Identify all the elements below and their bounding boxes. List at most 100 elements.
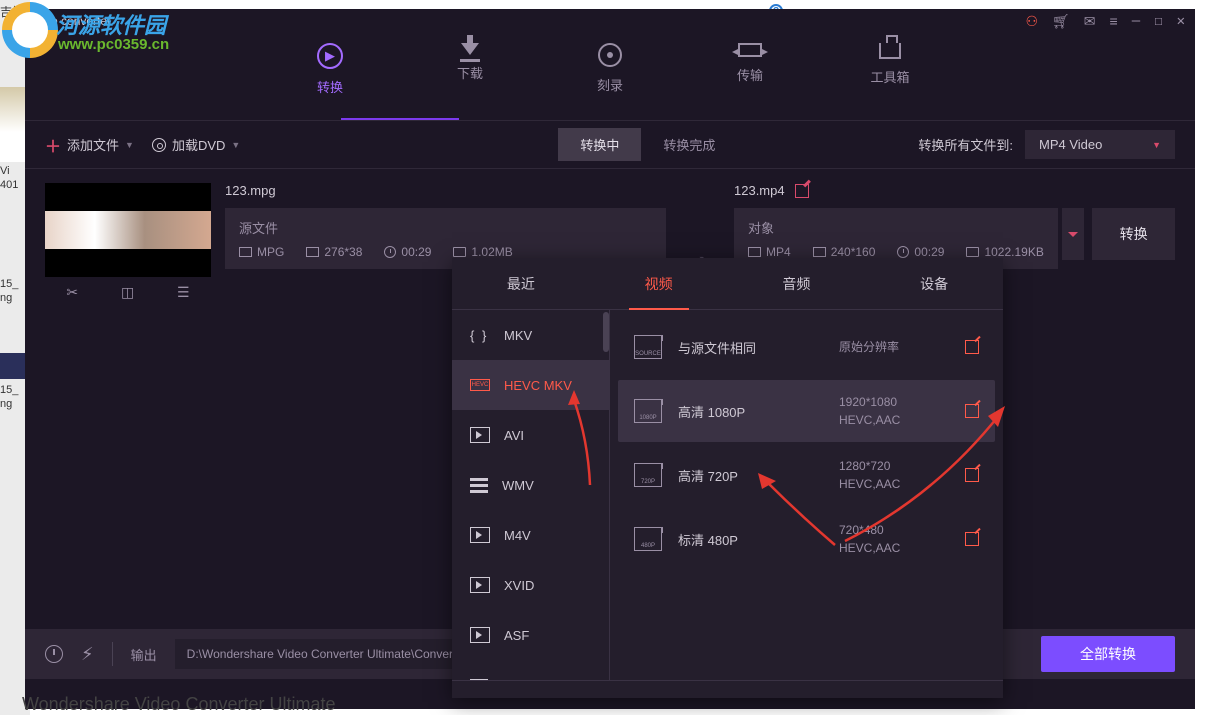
source-label: 源文件	[239, 218, 652, 237]
minimize-button[interactable]: —	[1132, 13, 1140, 29]
fmt-label: M4V	[504, 528, 531, 543]
format-icon	[748, 247, 761, 257]
nav-transfer[interactable]: 传输	[720, 43, 780, 121]
toolbar: ＋ 添加文件 ▼ 加载DVD ▼ 转换中 转换完成 转换所有文件到: MP4 V…	[25, 121, 1195, 169]
status-tabs: 转换中 转换完成	[558, 128, 737, 161]
tab-done[interactable]: 转换完成	[641, 128, 737, 161]
gift-icon[interactable]: ⚇	[1025, 13, 1038, 30]
clock-icon	[384, 246, 396, 258]
res-480p[interactable]: 480P 标清 480P 720*480HEVC,AAC	[618, 508, 995, 570]
nav-download-label: 下载	[457, 63, 483, 82]
schedule-icon[interactable]	[45, 645, 63, 663]
target-meta: MP4 240*160 00:29 1022.19KB	[748, 245, 1044, 259]
add-file-button[interactable]: ＋ 添加文件 ▼	[45, 133, 134, 157]
res-icon: SOURCE	[634, 335, 662, 359]
fmt-label: ASF	[504, 628, 529, 643]
gpu-icon[interactable]: ⚡︎	[81, 644, 94, 665]
dv-icon	[470, 679, 488, 680]
format-xvid[interactable]: XVID	[452, 560, 609, 610]
target-filename: 123.mp4	[734, 183, 785, 198]
tab-audio[interactable]: 音频	[728, 258, 866, 309]
bg-txt-2: 15_ng	[0, 277, 18, 306]
app-title: ideo converter	[35, 14, 111, 28]
edit-icon[interactable]	[965, 340, 979, 354]
toolbox-icon	[879, 43, 901, 59]
download-icon	[461, 43, 479, 55]
format-list[interactable]: MKV HEVCHEVC MKV AVI WMV M4V XVID ASF DV	[452, 310, 610, 680]
nav-burn-label: 刻录	[597, 75, 623, 94]
nav-download[interactable]: 下载	[440, 43, 500, 121]
format-select[interactable]: MP4 Video ▼	[1025, 130, 1175, 159]
res-name: 高清 720P	[678, 466, 823, 485]
format-asf[interactable]: ASF	[452, 610, 609, 660]
res-resolution: 1280*720	[839, 457, 949, 475]
convert-all-button[interactable]: 全部转换	[1041, 636, 1175, 672]
src-size: 1.02MB	[471, 245, 512, 259]
format-m4v[interactable]: M4V	[452, 510, 609, 560]
tab-converting[interactable]: 转换中	[558, 128, 641, 161]
bg-text: 吉塔	[0, 3, 24, 20]
close-button[interactable]: ✕	[1177, 13, 1185, 29]
target-head: 123.mp4	[734, 183, 1175, 198]
transfer-icon	[738, 43, 762, 57]
format-dv[interactable]: DV	[452, 660, 609, 680]
edit-icon[interactable]	[965, 468, 979, 482]
wmv-icon	[470, 478, 488, 492]
source-filename: 123.mpg	[225, 183, 666, 198]
chevron-down-icon: ▼	[1152, 140, 1161, 150]
folder-icon	[966, 247, 979, 257]
bg-txt-1: Vi401	[0, 164, 18, 193]
cart-icon[interactable]: 🛒︎	[1052, 13, 1070, 30]
res-codec: HEVC,AAC	[839, 411, 949, 429]
avi-icon	[470, 427, 490, 443]
dropdown-footer	[452, 680, 1003, 698]
maximize-button[interactable]: ☐	[1154, 13, 1162, 29]
convert-all-to-label: 转换所有文件到:	[918, 135, 1013, 154]
clock-icon	[897, 246, 909, 258]
add-file-label: 添加文件	[67, 135, 119, 154]
tab-recent[interactable]: 最近	[452, 258, 590, 309]
scrollbar[interactable]	[603, 312, 609, 352]
format-mkv[interactable]: MKV	[452, 310, 609, 360]
format-hevc-mkv[interactable]: HEVCHEVC MKV	[452, 360, 609, 410]
res-same-as-source[interactable]: SOURCE 与源文件相同 原始分辨率	[618, 316, 995, 378]
crop-icon[interactable]: ◫	[121, 284, 134, 301]
res-resolution: 1920*1080	[839, 393, 949, 411]
res-name: 与源文件相同	[678, 338, 823, 357]
format-avi[interactable]: AVI	[452, 410, 609, 460]
edit-icon[interactable]	[965, 532, 979, 546]
video-thumbnail[interactable]	[45, 183, 211, 277]
mail-icon[interactable]: ✉︎	[1084, 13, 1096, 30]
tab-device[interactable]: 设备	[865, 258, 1003, 309]
dimension-icon	[306, 247, 319, 257]
target-label: 对象	[748, 218, 1044, 237]
nav-burn[interactable]: 刻录	[580, 43, 640, 121]
nav-toolbox-label: 工具箱	[870, 67, 909, 86]
trim-icon[interactable]: ✂︎	[66, 284, 78, 301]
res-720p[interactable]: 720P 高清 720P 1280*720HEVC,AAC	[618, 444, 995, 506]
output-path[interactable]: D:\Wondershare Video Converter Ultimate\…	[175, 639, 460, 669]
convert-button[interactable]: 转换	[1092, 208, 1175, 260]
menu-icon[interactable]: ≡	[1110, 13, 1118, 29]
nav-transfer-label: 传输	[737, 65, 763, 84]
format-dropdown-button[interactable]	[1062, 208, 1085, 260]
chevron-down-icon: ▼	[125, 140, 134, 150]
separator	[112, 642, 113, 666]
toolbar-right: 转换所有文件到: MP4 Video ▼	[918, 130, 1175, 159]
edit-icon[interactable]	[795, 184, 809, 198]
format-wmv[interactable]: WMV	[452, 460, 609, 510]
nav-convert[interactable]: ▶ 转换	[300, 43, 360, 121]
edit-icon[interactable]	[965, 404, 979, 418]
res-resolution: 720*480	[839, 521, 949, 539]
folder-icon	[453, 247, 466, 257]
load-dvd-button[interactable]: 加载DVD ▼	[152, 135, 240, 154]
fmt-label: WMV	[502, 478, 534, 493]
bg-thumb-1	[0, 87, 26, 162]
tab-video[interactable]: 视频	[590, 258, 728, 309]
res-1080p[interactable]: 1080P 高清 1080P 1920*1080HEVC,AAC	[618, 380, 995, 442]
res-icon: 720P	[634, 463, 662, 487]
asf-icon	[470, 627, 490, 643]
effect-icon[interactable]: ☰	[177, 284, 190, 301]
dst-dimension: 240*160	[831, 245, 876, 259]
nav-toolbox[interactable]: 工具箱	[860, 43, 920, 121]
